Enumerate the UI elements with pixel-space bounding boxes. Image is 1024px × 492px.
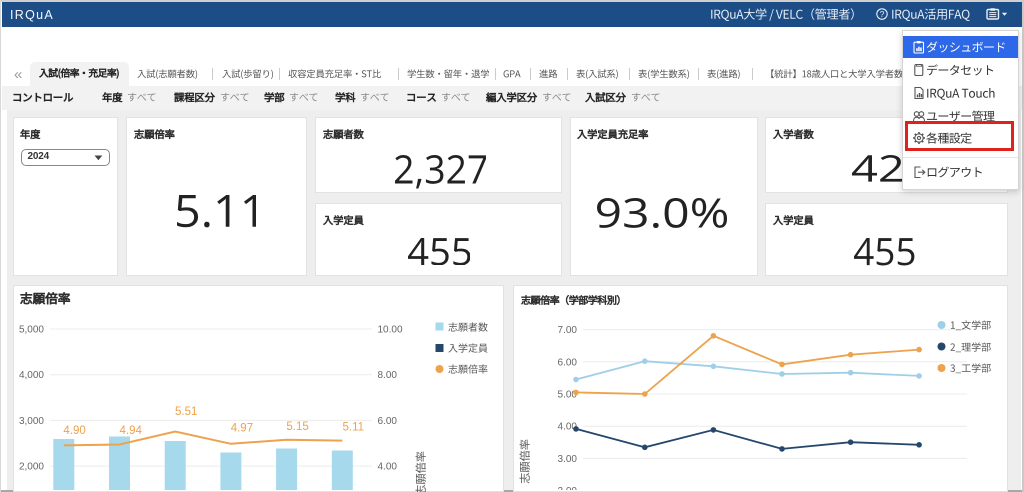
svg-text:8.00: 8.00 bbox=[378, 370, 398, 381]
svg-text:4.97: 4.97 bbox=[231, 423, 253, 435]
svg-text:4.90: 4.90 bbox=[63, 425, 85, 437]
svg-text:?: ? bbox=[880, 9, 885, 19]
svg-text:6.00: 6.00 bbox=[558, 357, 578, 368]
svg-text:4.94: 4.94 bbox=[120, 425, 143, 437]
svg-text:5.51: 5.51 bbox=[175, 406, 197, 418]
svg-text:3.00: 3.00 bbox=[558, 454, 578, 465]
svg-text:7.00: 7.00 bbox=[558, 325, 578, 336]
svg-text:10.00: 10.00 bbox=[378, 325, 403, 336]
svg-text:5,000: 5,000 bbox=[19, 325, 44, 336]
svg-text:4.00: 4.00 bbox=[378, 462, 398, 473]
svg-text:3,000: 3,000 bbox=[19, 416, 44, 427]
svg-text:2,000: 2,000 bbox=[19, 462, 44, 473]
svg-text:2.00: 2.00 bbox=[558, 486, 578, 490]
svg-text:5.11: 5.11 bbox=[343, 421, 365, 433]
svg-text:4,000: 4,000 bbox=[19, 370, 44, 381]
svg-text:5.15: 5.15 bbox=[286, 421, 308, 433]
svg-text:6.00: 6.00 bbox=[378, 416, 398, 427]
